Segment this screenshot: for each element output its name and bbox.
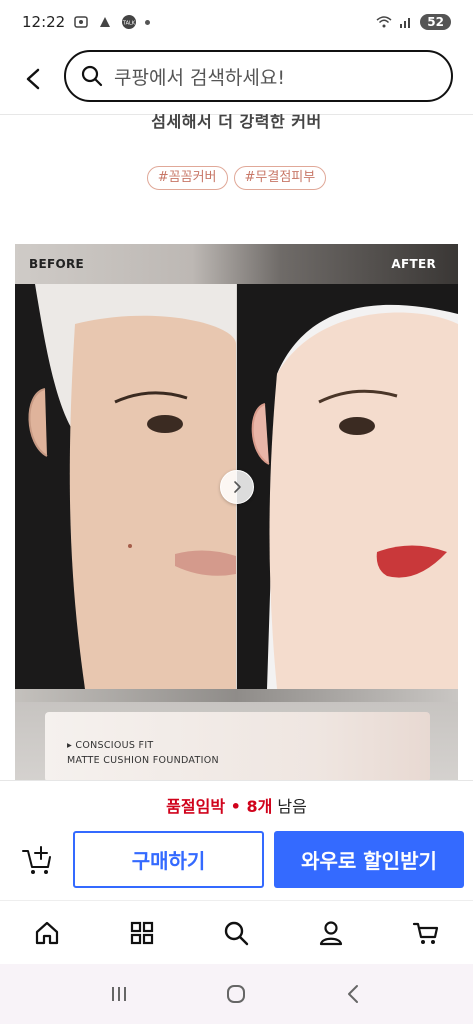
app-icon <box>100 17 111 27</box>
detail-tagline: 섬세해서 더 강력한 커버 <box>151 114 322 131</box>
back-nav-button[interactable] <box>334 974 374 1014</box>
my-account-icon <box>319 920 343 945</box>
before-after-footer <box>15 689 458 702</box>
stock-status: 품절임박 <box>166 797 226 816</box>
home-nav-button[interactable] <box>216 974 256 1014</box>
tab-my-account[interactable] <box>284 901 379 964</box>
wow-discount-button[interactable]: 와우로 할인받기 <box>274 831 464 888</box>
stock-suffix: 남음 <box>272 797 307 816</box>
product-info-image: ▸ CONSCIOUS FIT MATTE CUSHION FOUNDATION <box>15 702 458 780</box>
recent-apps-icon <box>111 987 126 1001</box>
search-icon <box>81 65 103 87</box>
product-line-2: MATTE CUSHION FOUNDATION <box>67 755 219 766</box>
hashtag-list: #꼼꼼커버 #무결점피부 <box>0 166 473 190</box>
app-screen: 12:22 TALK 52 쿠팡에서 검색하세요! 섬세해서 더 강력한 커버 … <box>0 0 473 1024</box>
clock: 12:22 <box>22 13 66 31</box>
home-circle-icon <box>227 985 246 1003</box>
cart-icon <box>412 922 438 944</box>
recent-apps-button[interactable] <box>99 974 139 1014</box>
home-icon <box>36 921 59 944</box>
svg-text:TALK: TALK <box>122 21 136 27</box>
product-line-1: ▸ CONSCIOUS FIT <box>67 740 154 751</box>
back-arrow-icon <box>26 68 40 90</box>
search-icon <box>225 921 249 945</box>
wifi-icon <box>376 16 392 28</box>
after-photo <box>237 284 458 689</box>
compare-slider-handle[interactable] <box>220 470 254 504</box>
after-label: AFTER <box>391 257 436 271</box>
before-photo <box>15 284 236 689</box>
battery-indicator: 52 <box>420 14 451 30</box>
notification-dot <box>145 19 151 25</box>
screenshot-icon <box>74 16 88 28</box>
tab-cart[interactable] <box>378 901 473 964</box>
hashtag-cover: #꼼꼼커버 <box>146 166 228 190</box>
categories-icon <box>130 921 153 944</box>
buy-now-button[interactable]: 구매하기 <box>73 831 264 888</box>
purchase-bar: 품절임박 • 8개 남음 구매하기 와우로 할인받기 <box>0 780 473 900</box>
stock-notice: 품절임박 • 8개 남음 <box>0 793 473 817</box>
search-input[interactable]: 쿠팡에서 검색하세요! <box>64 50 453 102</box>
stock-count: 8개 <box>246 797 273 816</box>
search-header: 쿠팡에서 검색하세요! <box>0 44 473 114</box>
system-nav-bar <box>0 964 473 1024</box>
tab-home[interactable] <box>0 901 95 964</box>
hashtag-flawless: #무결점피부 <box>233 166 327 190</box>
chevron-right-icon <box>234 481 241 493</box>
product-detail-content[interactable]: 섬세해서 더 강력한 커버 #꼼꼼커버 #무결점피부 BEFORE AFTER <box>0 114 473 780</box>
tab-categories[interactable] <box>95 901 190 964</box>
tab-search[interactable] <box>189 901 284 964</box>
search-placeholder: 쿠팡에서 검색하세요! <box>114 66 285 89</box>
cart-plus-icon <box>22 846 51 874</box>
before-label: BEFORE <box>29 257 84 271</box>
stock-separator: • <box>225 797 247 816</box>
status-bar: 12:22 TALK 52 <box>0 0 473 44</box>
bottom-tab-bar <box>0 900 473 964</box>
talk-icon: TALK <box>122 15 137 29</box>
product-name-text: ▸ CONSCIOUS FIT MATTE CUSHION FOUNDATION <box>67 738 219 768</box>
add-to-cart-button[interactable] <box>20 843 56 879</box>
before-after-image: BEFORE AFTER <box>15 244 458 702</box>
back-icon <box>348 985 359 1003</box>
signal-icon <box>400 18 411 28</box>
back-button[interactable] <box>6 51 62 107</box>
